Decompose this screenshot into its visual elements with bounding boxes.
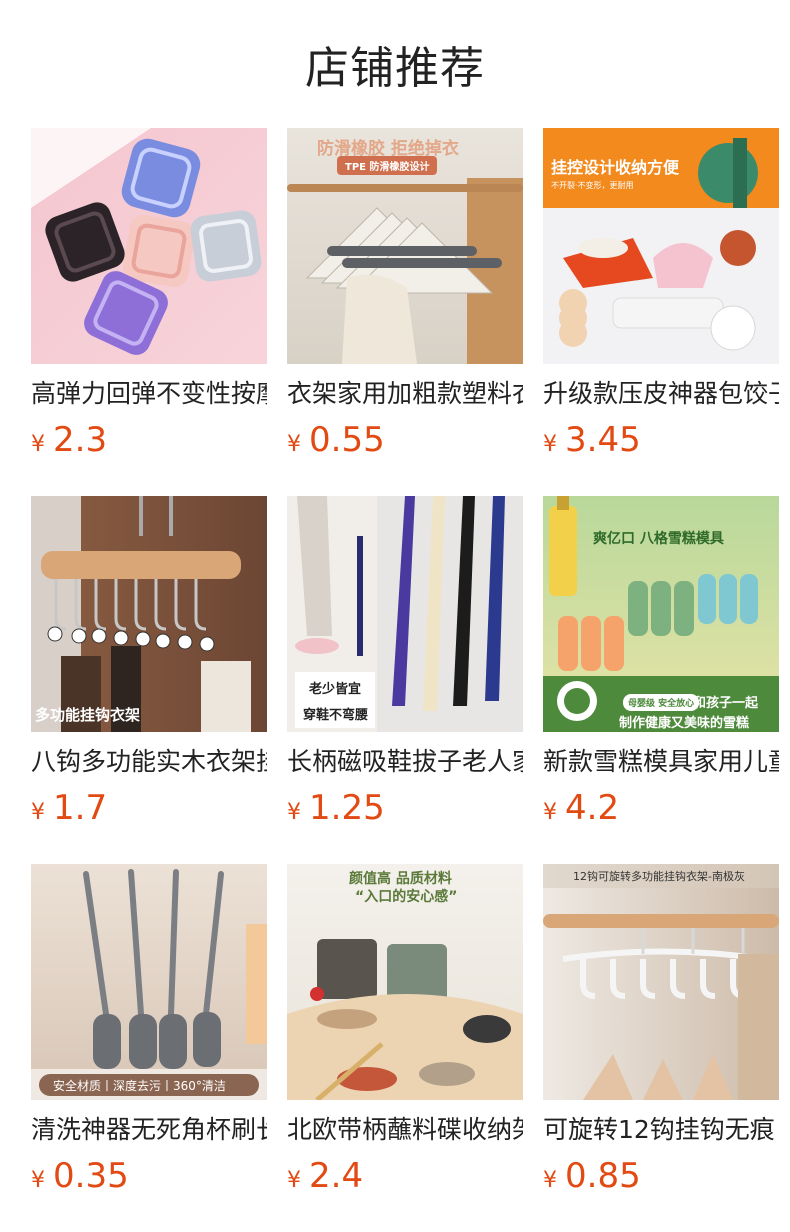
product-name[interactable]: 高弹力回弹不变性按摩 (31, 378, 267, 410)
price-value: 1.25 (309, 788, 385, 828)
image-caption: 12钩可旋转多功能挂钩衣架-南极灰 (573, 870, 745, 883)
product-card[interactable]: 防滑橡胶 拒绝掉衣 TPE 防滑橡胶设计 衣架家用加粗款塑料衣 ¥ 0.55 (287, 128, 523, 460)
product-price: ¥ 0.55 (287, 420, 523, 460)
product-price: ¥ 4.2 (543, 788, 779, 828)
product-price: ¥ 2.3 (31, 420, 267, 460)
rotating-hook-illustration (543, 864, 779, 1100)
image-caption: 不开裂·不变形，更耐用 (551, 181, 634, 190)
image-caption: 和孩子一起 (693, 696, 759, 711)
product-card[interactable]: 挂控设计收纳方便 不开裂·不变形，更耐用 升级款压皮神器包饺子 ¥ 3.45 (543, 128, 779, 460)
currency-symbol: ¥ (543, 432, 557, 457)
image-caption: 多功能挂钩衣架 (35, 706, 141, 724)
product-price: ¥ 0.85 (543, 1156, 779, 1196)
hook-hanger-illustration (31, 496, 251, 732)
currency-symbol: ¥ (31, 800, 45, 825)
currency-symbol: ¥ (287, 800, 301, 825)
product-image[interactable]: 多功能挂钩衣架 (31, 496, 267, 732)
currency-symbol: ¥ (287, 1168, 301, 1193)
price-value: 1.7 (53, 788, 108, 828)
section-title: 店铺推荐 (305, 43, 485, 94)
product-card[interactable]: 爽亿口 八格雪糕模具 母婴级 安全放心 和孩子一起 制作健康又美味的雪糕 新款雪… (543, 496, 779, 828)
product-price: ¥ 3.45 (543, 420, 779, 460)
image-caption: 老少皆宜 (309, 682, 362, 697)
bottle-brush-illustration (31, 869, 267, 1100)
price-value: 2.3 (53, 420, 108, 460)
price-value: 0.55 (309, 420, 385, 460)
price-value: 0.85 (565, 1156, 641, 1196)
product-card[interactable]: 颜值高 品质材料 “入口的安心感” 北欧带柄蘸料碟收纳架 ¥ 2.4 (287, 864, 523, 1196)
product-name[interactable]: 长柄磁吸鞋拔子老人家 (287, 746, 523, 778)
image-caption: 穿鞋不弯腰 (303, 708, 369, 723)
product-image[interactable]: 防滑橡胶 拒绝掉衣 TPE 防滑橡胶设计 (287, 128, 523, 364)
product-name[interactable]: 北欧带柄蘸料碟收纳架 (287, 1114, 523, 1146)
price-value: 4.2 (565, 788, 620, 828)
product-price: ¥ 1.25 (287, 788, 523, 828)
product-image[interactable] (31, 128, 267, 364)
currency-symbol: ¥ (31, 1168, 45, 1193)
currency-symbol: ¥ (543, 1168, 557, 1193)
product-name[interactable]: 八钩多功能实木衣架挂 (31, 746, 267, 778)
product-card[interactable]: 安全材质丨深度去污丨360°清洁 清洗神器无死角杯刷长 ¥ 0.35 (31, 864, 267, 1196)
product-price: ¥ 1.7 (31, 788, 267, 828)
price-value: 2.4 (309, 1156, 364, 1196)
product-name[interactable]: 衣架家用加粗款塑料衣 (287, 378, 523, 410)
image-caption: 母婴级 安全放心 (623, 694, 700, 711)
product-name[interactable]: 升级款压皮神器包饺子 (543, 378, 779, 410)
image-caption: 爽亿口 八格雪糕模具 (593, 531, 724, 547)
price-value: 0.35 (53, 1156, 129, 1196)
product-price: ¥ 0.35 (31, 1156, 267, 1196)
product-name[interactable]: 新款雪糕模具家用儿童 (543, 746, 779, 778)
product-image[interactable]: 12钩可旋转多功能挂钩衣架-南极灰 (543, 864, 779, 1100)
image-caption: TPE 防滑橡胶设计 (337, 156, 438, 175)
section-header: 店铺推荐 (0, 0, 790, 128)
image-caption: 制作健康又美味的雪糕 (619, 716, 750, 731)
product-card[interactable]: 多功能挂钩衣架 八钩多功能实木衣架挂 ¥ 1.7 (31, 496, 267, 828)
image-caption: “入口的安心感” (355, 889, 458, 905)
product-card[interactable]: 12钩可旋转多功能挂钩衣架-南极灰 可旋转12钩挂钩无痕 ¥ 0.85 (543, 864, 779, 1196)
price-value: 3.45 (565, 420, 641, 460)
product-price: ¥ 2.4 (287, 1156, 523, 1196)
product-image[interactable]: 颜值高 品质材料 “入口的安心感” (287, 864, 523, 1100)
massager-illustration (31, 128, 262, 355)
currency-symbol: ¥ (543, 800, 557, 825)
product-name[interactable]: 清洗神器无死角杯刷长 (31, 1114, 267, 1146)
currency-symbol: ¥ (31, 432, 45, 457)
image-caption: 颜值高 品质材料 (349, 871, 452, 887)
product-card[interactable]: 老少皆宜 穿鞋不弯腰 长柄磁吸鞋拔子老人家 ¥ 1.25 (287, 496, 523, 828)
image-caption: 挂控设计收纳方便 (551, 158, 680, 177)
product-image[interactable]: 爽亿口 八格雪糕模具 母婴级 安全放心 和孩子一起 制作健康又美味的雪糕 (543, 496, 779, 732)
currency-symbol: ¥ (287, 432, 301, 457)
image-caption: 安全材质丨深度去污丨360°清洁 (53, 1079, 226, 1093)
product-image[interactable]: 老少皆宜 穿鞋不弯腰 (287, 496, 523, 732)
product-card[interactable]: 高弹力回弹不变性按摩 ¥ 2.3 (31, 128, 267, 460)
product-name[interactable]: 可旋转12钩挂钩无痕 (543, 1114, 779, 1146)
product-image[interactable]: 安全材质丨深度去污丨360°清洁 (31, 864, 267, 1100)
product-image[interactable]: 挂控设计收纳方便 不开裂·不变形，更耐用 (543, 128, 779, 364)
